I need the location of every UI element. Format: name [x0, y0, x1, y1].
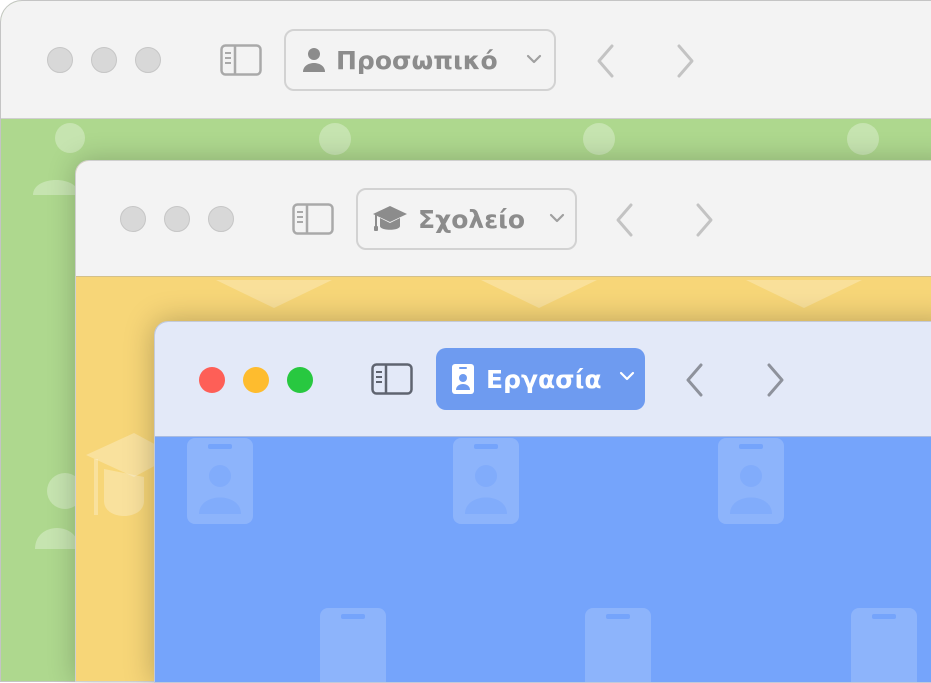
minimize-button[interactable] [243, 367, 269, 393]
person-pattern-icon [583, 123, 615, 155]
graduation-cap-pattern-icon [216, 280, 332, 308]
toolbar-school: Σχολείο [76, 161, 931, 277]
sidebar-toggle-icon[interactable] [292, 203, 334, 235]
profile-switcher-work[interactable]: Εργασία [436, 348, 645, 410]
person-pattern-icon [33, 180, 79, 195]
profile-name: Εργασία [486, 364, 602, 394]
graduation-cap-pattern-icon [86, 433, 160, 516]
graduation-cap-icon [372, 204, 408, 234]
back-button[interactable] [613, 202, 637, 238]
sidebar-toggle-icon[interactable] [220, 44, 262, 76]
minimize-button-inactive[interactable] [164, 206, 190, 232]
zoom-button-inactive[interactable] [135, 47, 161, 73]
sidebar-toggle-icon[interactable] [371, 363, 413, 395]
person-pattern-icon [35, 473, 79, 549]
person-icon [302, 47, 326, 73]
forward-button[interactable] [673, 43, 697, 79]
toolbar-personal: Προσωπικό [1, 1, 931, 119]
graduation-cap-pattern-icon [481, 280, 597, 308]
window-work: Εργασία [154, 321, 931, 683]
back-button[interactable] [683, 362, 707, 398]
chevron-down-icon [549, 213, 565, 223]
graduation-cap-pattern-icon [746, 280, 862, 308]
profile-switcher-personal[interactable]: Προσωπικό [284, 29, 556, 91]
profile-switcher-school[interactable]: Σχολείο [356, 188, 577, 250]
forward-button[interactable] [763, 362, 787, 398]
close-button-inactive[interactable] [120, 206, 146, 232]
id-badge-pattern-icon [585, 608, 651, 682]
id-badge-pattern-icon [718, 438, 784, 524]
close-button[interactable] [199, 367, 225, 393]
minimize-button-inactive[interactable] [91, 47, 117, 73]
id-badge-pattern-icon [851, 608, 917, 682]
zoom-button-inactive[interactable] [208, 206, 234, 232]
person-pattern-icon [55, 123, 85, 153]
zoom-button[interactable] [287, 367, 313, 393]
id-badge-icon [452, 364, 474, 394]
chevron-down-icon [526, 54, 542, 64]
close-button-inactive[interactable] [47, 47, 73, 73]
id-badge-pattern-icon [187, 438, 253, 524]
profile-name: Προσωπικό [336, 45, 498, 75]
person-pattern-icon [319, 123, 351, 155]
chevron-down-icon [619, 371, 635, 381]
toolbar-work: Εργασία [155, 322, 931, 437]
forward-button[interactable] [692, 202, 716, 238]
person-pattern-icon [847, 123, 879, 155]
profile-name: Σχολείο [418, 204, 526, 234]
back-button[interactable] [594, 43, 618, 79]
id-badge-pattern-icon [453, 438, 519, 524]
id-badge-pattern-icon [320, 608, 386, 682]
